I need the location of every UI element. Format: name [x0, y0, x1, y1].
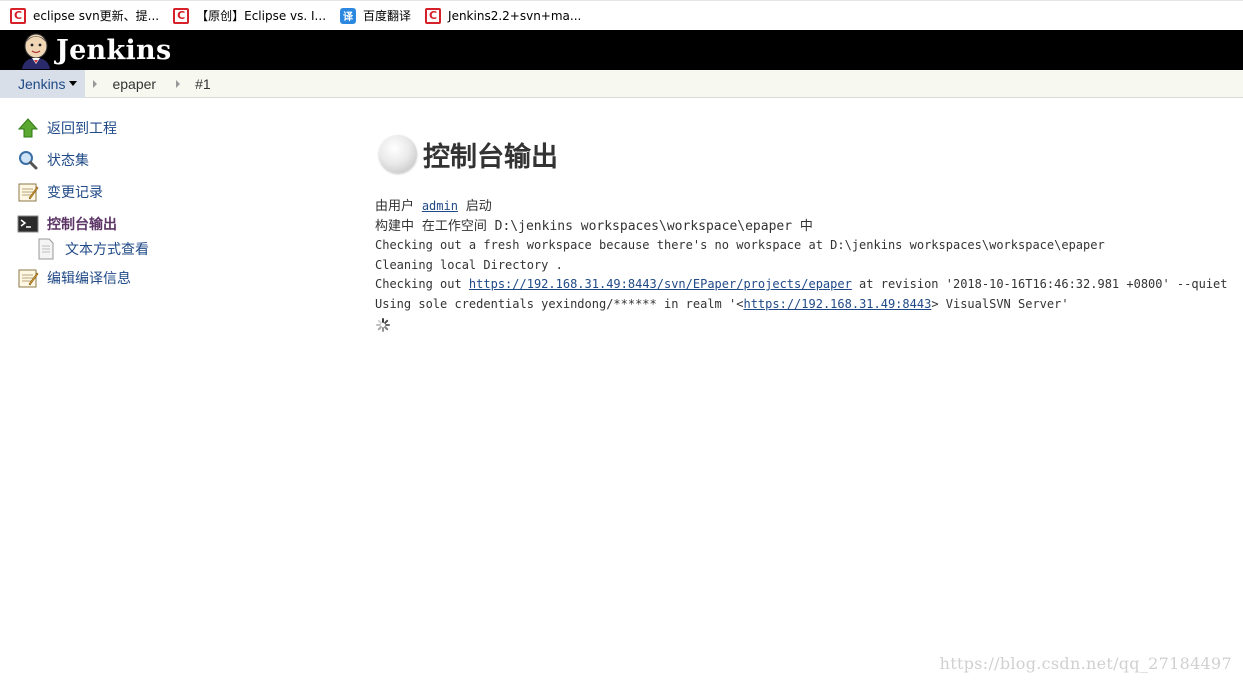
- spinner-tick: [383, 325, 389, 331]
- task-back-to-project[interactable]: 返回到工程: [17, 112, 267, 144]
- bookmark-label: 【原创】Eclipse vs. I...: [196, 9, 327, 23]
- console-line: Checking out a fresh workspace because t…: [375, 238, 1105, 252]
- log-text: Checking out: [375, 277, 469, 291]
- side-panel: 返回到工程 状态集 变更记录 控制台输出 文本方式查看 编辑编译信息: [17, 112, 267, 294]
- task-label: 返回到工程: [47, 120, 117, 136]
- breadcrumb-label: Jenkins: [18, 75, 66, 92]
- task-view-as-text[interactable]: 文本方式查看: [17, 236, 267, 262]
- console-output: 由用户 admin 启动 构建中 在工作空间 D:\jenkins worksp…: [375, 197, 1235, 333]
- breadcrumb-label: epaper: [112, 75, 157, 92]
- up-arrow-icon: [17, 117, 39, 139]
- task-label: 编辑编译信息: [47, 270, 131, 286]
- breadcrumb-item-epaper[interactable]: epaper: [112, 70, 156, 98]
- user-link-admin[interactable]: admin: [422, 199, 458, 213]
- task-label: 变更记录: [47, 184, 103, 200]
- watermark: https://blog.csdn.net/qq_27184497: [939, 654, 1232, 673]
- terminal-icon: [17, 213, 39, 235]
- csdn-icon: C: [425, 7, 442, 24]
- bookmark-item[interactable]: C eclipse svn更新、提...: [10, 7, 159, 24]
- spinner-tick: [382, 327, 384, 332]
- document-icon: [35, 238, 57, 260]
- console-line: Checking out https://192.168.31.49:8443/…: [375, 275, 1235, 295]
- started-by-prefix: 由用户: [375, 199, 422, 214]
- task-edit-build-info[interactable]: 编辑编译信息: [17, 262, 267, 294]
- loading-spinner-icon: [375, 317, 391, 333]
- started-by-suffix: 启动: [457, 199, 492, 214]
- log-text: Using sole credentials yexindong/****** …: [375, 296, 744, 311]
- notepad-icon: [17, 267, 39, 289]
- chevron-right-icon: [93, 79, 98, 88]
- breadcrumb-item-build[interactable]: #1: [195, 70, 211, 98]
- breadcrumb-item-jenkins[interactable]: Jenkins: [0, 69, 86, 98]
- page-title-row: 控制台输出: [375, 130, 1235, 178]
- console-line: Cleaning local Directory .: [375, 257, 563, 272]
- chevron-right-icon: [176, 79, 181, 88]
- task-status[interactable]: 状态集: [17, 144, 267, 176]
- svn-server-link[interactable]: https://192.168.31.49:8443: [743, 297, 931, 311]
- csdn-icon: C: [10, 7, 26, 24]
- bookmark-label: 百度翻译: [363, 9, 412, 23]
- magnifier-icon: [17, 149, 39, 171]
- console-line: 构建中 在工作空间 D:\jenkins workspaces\workspac…: [375, 218, 813, 234]
- bookmark-item[interactable]: C Jenkins2.2+svn+ma...: [425, 7, 582, 24]
- jenkins-butler-logo-icon[interactable]: [18, 31, 54, 69]
- csdn-icon: C: [173, 7, 190, 24]
- translate-icon: 译: [340, 7, 357, 24]
- chevron-down-icon[interactable]: [69, 81, 78, 86]
- console-line: 由用户 admin 启动: [375, 197, 1235, 217]
- main-panel: 控制台输出 由用户 admin 启动 构建中 在工作空间 D:\jenkins …: [375, 130, 1235, 333]
- task-label: 状态集: [47, 152, 89, 168]
- log-text: > VisualSVN Server': [931, 296, 1069, 311]
- breadcrumb-label: #1: [195, 75, 211, 92]
- bookmark-item[interactable]: 译 百度翻译: [340, 7, 411, 24]
- bookmark-label: eclipse svn更新、提...: [33, 9, 160, 23]
- task-label: 控制台输出: [47, 216, 117, 232]
- page-title: 控制台输出: [423, 141, 558, 173]
- console-line: Using sole credentials yexindong/****** …: [375, 295, 1235, 315]
- log-text: at revision '2018-10-16T16:46:32.981 +08…: [851, 277, 1228, 291]
- task-changes[interactable]: 变更记录: [17, 176, 267, 208]
- jenkins-header: Jenkins: [0, 30, 1243, 70]
- bookmark-label: Jenkins2.2+svn+ma...: [448, 8, 582, 23]
- bookmarks-bar: C eclipse svn更新、提... C 【原创】Eclipse vs. I…: [0, 0, 1243, 30]
- task-label: 文本方式查看: [65, 241, 149, 257]
- svn-repo-link[interactable]: https://192.168.31.49:8443/svn/EPaper/pr…: [469, 277, 852, 291]
- build-status-ball-icon: [379, 135, 417, 173]
- bookmark-item[interactable]: C 【原创】Eclipse vs. I...: [173, 7, 326, 24]
- breadcrumb: Jenkins epaper #1: [0, 69, 1243, 98]
- jenkins-logo-text[interactable]: Jenkins: [56, 35, 171, 66]
- notepad-icon: [17, 181, 39, 203]
